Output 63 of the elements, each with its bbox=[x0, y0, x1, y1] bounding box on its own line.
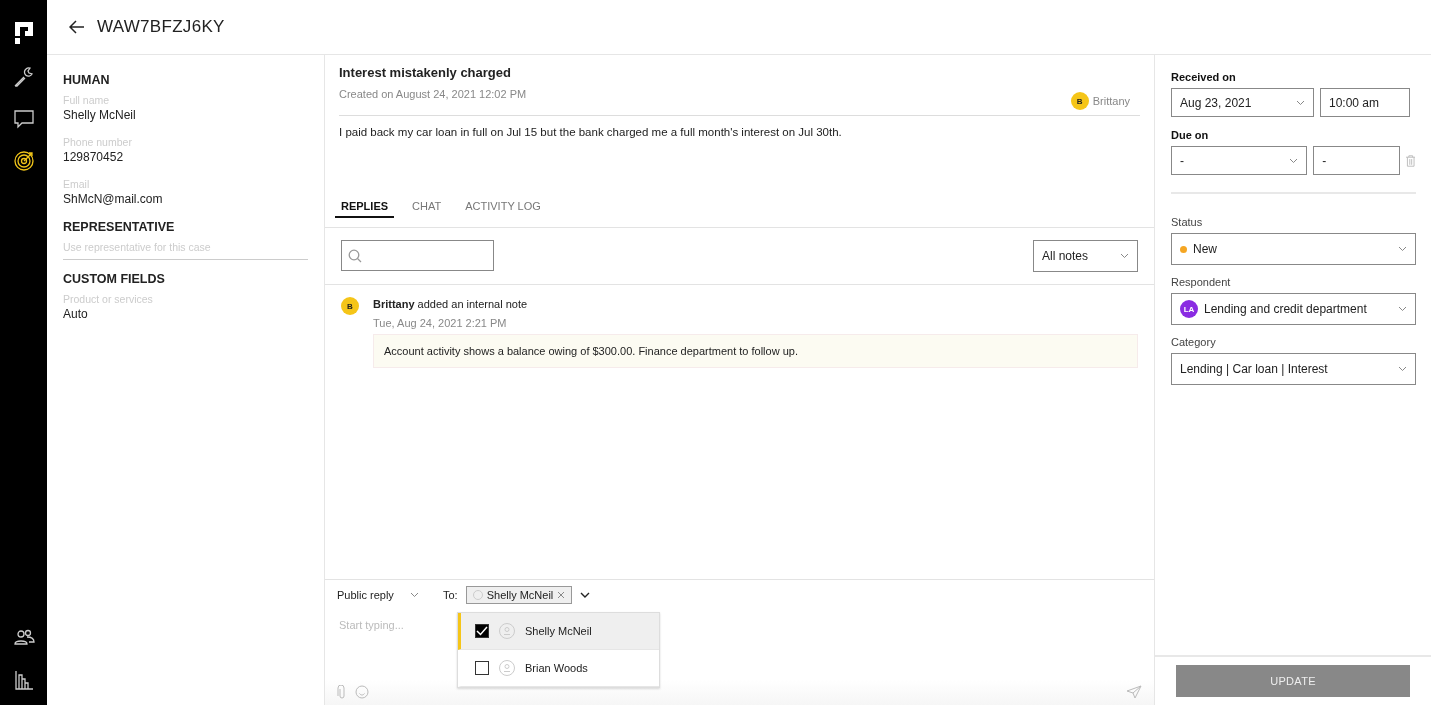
date-dropdown[interactable]: - bbox=[1171, 146, 1308, 175]
chevron-down-icon bbox=[1398, 306, 1407, 312]
chevron-down-icon bbox=[1296, 99, 1305, 106]
search-icon bbox=[348, 248, 362, 263]
section-heading: CUSTOM FIELDS bbox=[63, 272, 166, 286]
date-dropdown[interactable]: Aug 23, 2021 bbox=[1171, 88, 1314, 117]
recipient-option[interactable]: Brian Woods bbox=[458, 650, 659, 687]
bar-chart-icon[interactable] bbox=[12, 669, 35, 691]
notes-filter-dropdown[interactable]: All notes bbox=[1033, 240, 1138, 272]
chevron-down-icon bbox=[1398, 366, 1407, 372]
category-dropdown[interactable]: Lending | Car loan | Interest bbox=[1171, 353, 1416, 385]
internal-note: Account activity shows a balance owing of $300.00. Finance department to follow up. bbox=[373, 334, 1138, 368]
tab[interactable]: REPLIES bbox=[335, 196, 395, 218]
case-title: Interest mistakenly charged bbox=[339, 65, 512, 80]
search-field[interactable] bbox=[341, 240, 494, 271]
tab[interactable]: CHAT bbox=[406, 196, 448, 216]
chat-icon[interactable] bbox=[12, 108, 35, 130]
case-description: I paid back my car loan in full on Jul 15 but the bank charged me a full month's interest on Jul 30th. bbox=[339, 126, 843, 138]
chevron-down-icon bbox=[410, 592, 419, 598]
field-value: Auto bbox=[63, 307, 89, 321]
section-heading: HUMAN bbox=[63, 73, 111, 87]
person-icon bbox=[472, 590, 483, 600]
field-value: Shelly McNeil bbox=[63, 108, 137, 122]
to-label: To: bbox=[443, 589, 458, 601]
time-field[interactable]: - bbox=[1313, 146, 1400, 175]
field-value: ShMcN@mail.com bbox=[63, 192, 164, 206]
created-date: Created on August 24, 2021 12:02 PM bbox=[339, 88, 527, 100]
chevron-down-icon bbox=[1120, 253, 1129, 259]
person-icon bbox=[499, 623, 515, 639]
field-label: Category bbox=[1171, 336, 1217, 348]
assignee-name: Brittany bbox=[1092, 95, 1130, 107]
avatar-initial: B bbox=[1070, 92, 1089, 110]
logo-icon[interactable] bbox=[14, 22, 33, 44]
avatar-initial: B bbox=[341, 297, 359, 315]
status-dropdown[interactable]: New bbox=[1171, 233, 1416, 265]
back-arrow-icon[interactable] bbox=[69, 20, 85, 34]
reply-mode-dropdown[interactable]: Public reply bbox=[337, 589, 419, 601]
wrench-icon[interactable] bbox=[12, 66, 35, 88]
field-label: Received on bbox=[1171, 71, 1237, 83]
target-icon[interactable] bbox=[12, 150, 35, 172]
section-heading: REPRESENTATIVE bbox=[63, 220, 176, 234]
checkbox[interactable] bbox=[475, 661, 489, 675]
case-id-title: WAW7BFZJ6KY bbox=[97, 17, 225, 37]
field-label: Respondent bbox=[1171, 276, 1232, 288]
person-icon bbox=[499, 660, 515, 676]
time-field[interactable]: 10:00 am bbox=[1320, 88, 1410, 117]
note-headline: Brittany added an internal note bbox=[373, 298, 528, 310]
reply-input[interactable]: Start typing... bbox=[337, 618, 441, 632]
tab[interactable]: ACTIVITY LOG bbox=[459, 196, 547, 216]
paperclip-icon[interactable] bbox=[337, 685, 347, 699]
remove-icon[interactable] bbox=[557, 591, 566, 599]
field-label: Status bbox=[1171, 216, 1204, 228]
checkbox[interactable] bbox=[475, 624, 489, 638]
chevron-down-icon bbox=[1398, 246, 1407, 252]
note-time: Tue, Aug 24, 2021 2:21 PM bbox=[373, 317, 508, 329]
chevron-down-icon bbox=[1289, 157, 1299, 164]
field-value: 129870452 bbox=[63, 150, 125, 164]
respondent-avatar: LA bbox=[1180, 300, 1198, 318]
field-label: Due on bbox=[1171, 129, 1210, 141]
recipient-chip[interactable]: Shelly McNeil bbox=[465, 586, 573, 604]
respondent-dropdown[interactable]: LA Lending and credit department bbox=[1171, 293, 1416, 325]
caret-icon[interactable] bbox=[580, 591, 591, 599]
recipient-option[interactable]: Shelly McNeil bbox=[458, 613, 659, 650]
